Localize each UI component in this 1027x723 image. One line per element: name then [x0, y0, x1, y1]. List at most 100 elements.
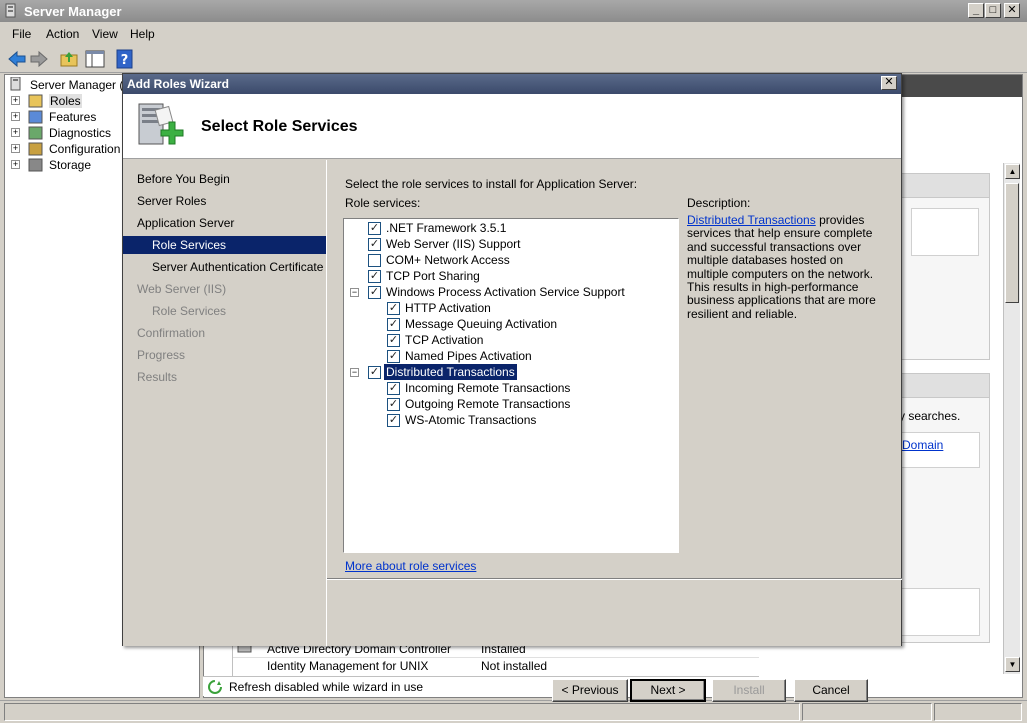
- server-manager-icon: [5, 3, 16, 18]
- tree-item-label: Roles: [49, 94, 82, 108]
- wizard-content: Select the role services to install for …: [326, 160, 902, 702]
- menu-file[interactable]: File: [12, 27, 31, 41]
- wizard-nav-role-services: Role Services: [152, 304, 227, 318]
- role-service-checkbox[interactable]: ✓: [368, 286, 381, 299]
- add-roles-wizard-dialog: Add Roles Wizard ✕ Select Role Services …: [122, 73, 902, 702]
- role-service-checkbox[interactable]: ✓: [368, 238, 381, 251]
- table-row-name: Identity Management for UNIX: [267, 659, 429, 673]
- show-hide-tree-icon[interactable]: [84, 48, 106, 70]
- forward-icon[interactable]: [28, 48, 50, 70]
- menu-view[interactable]: View: [92, 27, 118, 41]
- svg-text:?: ?: [121, 53, 129, 68]
- tree-item-label: Configuration: [49, 142, 121, 156]
- storage-icon: [28, 158, 43, 172]
- dialog-title: Add Roles Wizard: [127, 77, 229, 91]
- role-service-label: Distributed Transactions: [384, 364, 517, 380]
- wizard-nav-confirmation: Confirmation: [137, 326, 206, 340]
- role-service-label: Named Pipes Activation: [405, 349, 532, 363]
- role-service-label: Outgoing Remote Transactions: [405, 397, 571, 411]
- wizard-nav-server-authentication-certificate[interactable]: Server Authentication Certificate: [123, 258, 326, 276]
- next-button[interactable]: Next >: [630, 679, 706, 702]
- role-service-label: HTTP Activation: [405, 301, 491, 315]
- dialog-close-button[interactable]: ✕: [881, 76, 897, 90]
- role-service-label: TCP Activation: [405, 333, 484, 347]
- expand-icon[interactable]: +: [11, 160, 20, 169]
- scroll-thumb[interactable]: [1005, 183, 1019, 303]
- role-service-checkbox[interactable]: ✓: [368, 366, 381, 379]
- roles-icon: [28, 94, 43, 108]
- role-service-label: Message Queuing Activation: [405, 317, 558, 331]
- role-service-label: TCP Port Sharing: [386, 269, 480, 283]
- wizard-nav-application-server[interactable]: Application Server: [123, 214, 326, 232]
- footer-separator: [327, 578, 902, 580]
- add-role-server-icon: [138, 103, 184, 145]
- role-service-checkbox[interactable]: ✓: [387, 398, 400, 411]
- expand-icon[interactable]: +: [11, 96, 20, 105]
- wizard-heading: Select Role Services: [201, 118, 358, 135]
- role-service-checkbox[interactable]: ✓: [387, 382, 400, 395]
- role-service-checkbox[interactable]: ✓: [387, 334, 400, 347]
- previous-button[interactable]: < Previous: [552, 679, 628, 702]
- wizard-navigation: Before You Begin Server Roles Application …: [123, 160, 326, 646]
- help-icon[interactable]: ?: [114, 48, 136, 70]
- diagnostics-icon: [28, 126, 43, 140]
- role-services-label: Role services:: [345, 196, 421, 210]
- wizard-nav-before-you-begin[interactable]: Before You Begin: [123, 170, 326, 188]
- role-service-checkbox[interactable]: ✓: [387, 318, 400, 331]
- refresh-icon: [208, 680, 222, 694]
- menu-action[interactable]: Action: [46, 27, 79, 41]
- expand-icon[interactable]: +: [11, 112, 20, 121]
- install-button[interactable]: Install: [712, 679, 786, 702]
- description-link[interactable]: Distributed Transactions: [687, 213, 816, 227]
- role-service-label: Incoming Remote Transactions: [405, 381, 571, 395]
- wizard-nav-results: Results: [137, 370, 178, 384]
- back-icon[interactable]: [6, 48, 28, 70]
- collapse-icon[interactable]: −: [350, 368, 359, 377]
- table-row-status: Not installed: [481, 659, 548, 673]
- role-service-checkbox[interactable]: ✓: [387, 302, 400, 315]
- wizard-nav-server-roles[interactable]: Server Roles: [123, 192, 326, 210]
- window-title: Server Manager: [24, 4, 122, 19]
- window-titlebar: Server Manager _ □ ✕: [0, 0, 1027, 22]
- dialog-titlebar: Add Roles Wizard ✕: [123, 74, 901, 94]
- minimize-button[interactable]: _: [968, 3, 984, 18]
- role-service-checkbox[interactable]: ✓: [387, 350, 400, 363]
- toolbar: ?: [0, 45, 1027, 73]
- details-scrollbar[interactable]: ▲ ▼: [1003, 163, 1020, 674]
- menu-bar: File Action View Help: [0, 22, 1027, 44]
- wizard-nav-progress: Progress: [137, 348, 186, 362]
- server-icon: [10, 77, 21, 91]
- instruction-text: Select the role services to install for …: [345, 177, 638, 191]
- menu-help[interactable]: Help: [130, 27, 155, 41]
- scroll-up-icon[interactable]: ▲: [1005, 164, 1020, 179]
- role-service-label: .NET Framework 3.5.1: [386, 221, 507, 235]
- expand-icon[interactable]: +: [11, 128, 20, 137]
- role-service-checkbox[interactable]: ✓: [368, 222, 381, 235]
- role-service-label: Web Server (IIS) Support: [386, 237, 521, 251]
- role-service-label: WS-Atomic Transactions: [405, 413, 537, 427]
- cancel-button[interactable]: Cancel: [794, 679, 868, 702]
- domain-link[interactable]: Domain: [902, 438, 943, 452]
- role-service-checkbox[interactable]: [368, 254, 381, 267]
- up-folder-icon[interactable]: [58, 48, 80, 70]
- wizard-nav-web-server-iis: Web Server (IIS): [137, 282, 227, 296]
- expand-icon[interactable]: +: [11, 144, 20, 153]
- searches-text: y searches.: [899, 409, 961, 423]
- role-services-tree[interactable]: ✓ .NET Framework 3.5.1 ✓ Web Server (IIS) S…: [343, 218, 679, 553]
- description-body: provides services that help ensure compl…: [687, 213, 876, 321]
- window-status-bar: [0, 700, 1027, 723]
- more-about-role-services-link[interactable]: More about role services: [345, 559, 476, 573]
- collapse-icon[interactable]: −: [350, 288, 359, 297]
- close-window-button[interactable]: ✕: [1004, 3, 1020, 18]
- role-service-checkbox[interactable]: ✓: [387, 414, 400, 427]
- dialog-header: Select Role Services: [123, 94, 901, 159]
- description-label: Description:: [687, 196, 751, 210]
- wizard-nav-role-services[interactable]: Role Services: [123, 236, 326, 254]
- tree-item-label: Storage: [49, 158, 92, 172]
- tree-item-label: Features: [49, 110, 97, 124]
- scroll-down-icon[interactable]: ▼: [1005, 657, 1020, 672]
- maximize-button[interactable]: □: [985, 3, 1001, 18]
- role-service-label: COM+ Network Access: [386, 253, 510, 267]
- tree-item-label: Diagnostics: [49, 126, 112, 140]
- role-service-checkbox[interactable]: ✓: [368, 270, 381, 283]
